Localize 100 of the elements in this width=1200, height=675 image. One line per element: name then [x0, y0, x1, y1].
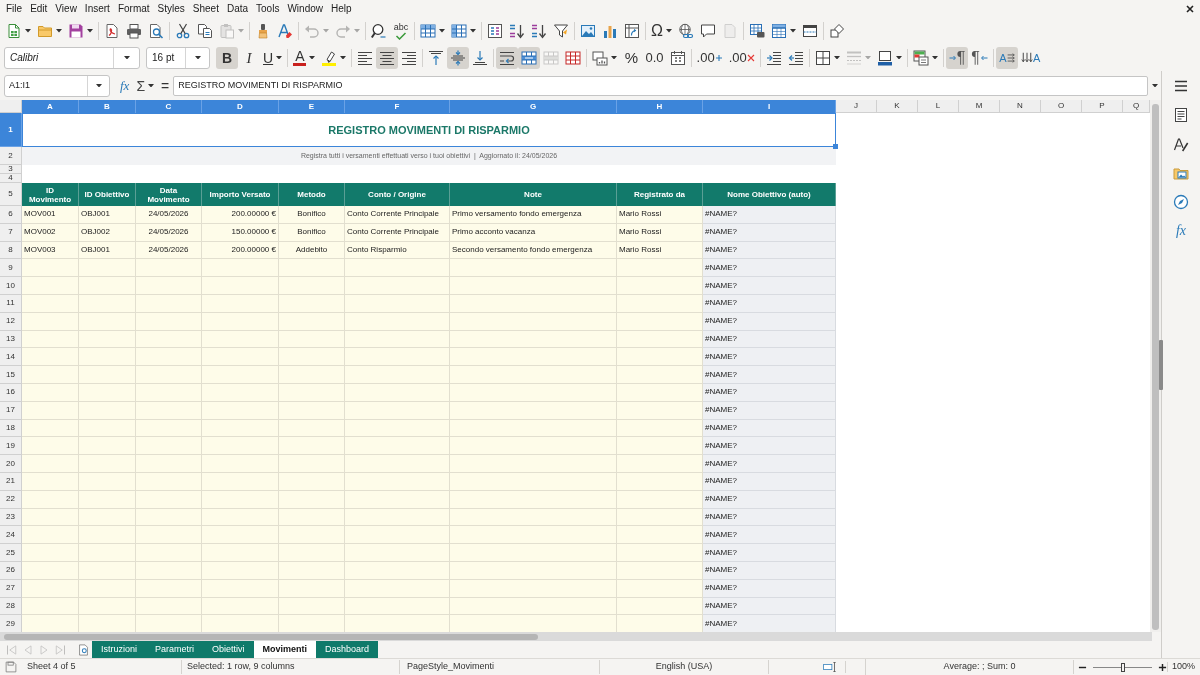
menu-item[interactable]: Styles — [153, 0, 189, 18]
row-header[interactable]: 9 — [0, 259, 22, 278]
row-header[interactable]: 14 — [0, 348, 22, 367]
add-decimal-button[interactable]: .00 — [693, 46, 726, 69]
table-cell — [279, 277, 345, 295]
special-character-button[interactable]: Ω — [648, 20, 675, 42]
menu-item[interactable]: Edit — [26, 0, 52, 18]
table-cell — [79, 366, 136, 384]
menu-item[interactable]: Insert — [80, 0, 114, 18]
vertical-text-button[interactable]: A — [1017, 46, 1044, 69]
column-header[interactable]: K — [877, 100, 918, 113]
close-document-button[interactable] — [1186, 5, 1194, 13]
sheet-tab[interactable]: Parametri — [146, 641, 204, 658]
left-to-right-button[interactable]: ¶ — [945, 46, 969, 69]
properties-button[interactable] — [1173, 107, 1189, 123]
wrap-text-button[interactable] — [496, 46, 519, 69]
merge-center-button[interactable] — [518, 46, 541, 69]
percent-format-button[interactable]: % — [620, 46, 643, 69]
column-header[interactable]: C — [136, 100, 202, 113]
language-label[interactable]: English (USA) — [600, 660, 769, 674]
sheet-tab[interactable]: Dashboard — [316, 641, 379, 658]
function-wizard-button[interactable]: fx — [118, 77, 132, 94]
gallery-icon — [1173, 165, 1189, 181]
font-color-button[interactable]: A — [290, 46, 319, 69]
functions-button[interactable]: fx — [1175, 223, 1187, 239]
scrollbar-thumb[interactable] — [1152, 104, 1159, 630]
column-header[interactable]: B — [79, 100, 136, 113]
decimal-format-button[interactable]: 0.0 — [642, 46, 667, 69]
caret-icon — [123, 55, 130, 60]
sheet-tab[interactable]: Istruzioni — [92, 641, 146, 658]
font-size-box[interactable]: 16 pt — [146, 46, 210, 69]
font-name-box[interactable]: Calibri — [4, 46, 140, 69]
row-header[interactable]: 24 — [0, 526, 22, 545]
add-sheet-button[interactable] — [76, 641, 90, 658]
scrollbar-thumb[interactable] — [4, 633, 538, 640]
menu-item[interactable]: File — [2, 0, 27, 18]
zoom-percentage[interactable]: 100% — [1168, 660, 1196, 674]
table-cell — [22, 544, 79, 562]
slider-thumb[interactable] — [1120, 662, 1125, 672]
horizontal-scrollbar[interactable] — [0, 632, 1152, 641]
sidebar-menu-button[interactable] — [1173, 78, 1189, 94]
vertical-scrollbar[interactable] — [1150, 100, 1161, 632]
row-header[interactable]: 25 — [0, 544, 22, 562]
sort-icon — [487, 23, 503, 39]
column-header[interactable]: H — [617, 100, 703, 113]
row-header[interactable]: 5 — [0, 183, 22, 206]
menu-item[interactable]: Tools — [252, 0, 284, 18]
styles-button[interactable] — [1173, 136, 1189, 152]
gallery-button[interactable] — [1173, 165, 1189, 181]
column-header[interactable]: P — [1082, 100, 1123, 113]
row-header[interactable]: 15 — [0, 366, 22, 384]
row-header[interactable]: 10 — [0, 277, 22, 295]
formula-input[interactable]: REGISTRO MOVIMENTI DI RISPARMIO — [173, 75, 1148, 96]
column-header[interactable]: O — [1041, 100, 1082, 113]
zoom-in-button[interactable] — [1157, 662, 1167, 672]
sheet-tab[interactable]: Obiettivi — [203, 641, 254, 658]
sidebar-collapse-handle[interactable] — [1159, 340, 1163, 390]
statistics-summary: Average: ; Sum: 0 — [886, 660, 1074, 674]
delete-decimal-button[interactable]: .00 — [725, 46, 758, 69]
spelling-button[interactable]: abc — [390, 20, 412, 42]
row-header[interactable]: 2 — [0, 147, 22, 165]
column-header[interactable]: F — [345, 100, 450, 113]
navigator-button[interactable] — [1173, 194, 1189, 210]
row-header[interactable]: 20 — [0, 455, 22, 473]
name-box[interactable]: A1:I1 — [4, 74, 110, 97]
column-header[interactable]: E — [279, 100, 345, 113]
column-header[interactable]: G — [450, 100, 617, 113]
column-header[interactable]: Q — [1123, 100, 1150, 113]
underline-button[interactable]: U — [260, 46, 286, 69]
menu-item[interactable]: Sheet — [188, 0, 223, 18]
column-header[interactable]: J — [836, 100, 877, 113]
menu-item[interactable]: Format — [113, 0, 154, 18]
row-header[interactable]: 6 — [0, 206, 22, 224]
sheet-tab[interactable]: Movimenti — [253, 641, 317, 658]
row-header[interactable]: 1 — [0, 113, 22, 147]
menu-item[interactable]: View — [51, 0, 81, 18]
unmerge-cells-icon — [565, 49, 582, 66]
italic-button[interactable]: I — [238, 46, 260, 69]
column-header[interactable]: I — [703, 100, 836, 113]
align-center-button[interactable] — [376, 46, 399, 69]
column-header[interactable]: L — [918, 100, 959, 113]
close-icon — [1186, 5, 1194, 13]
table-cell — [136, 366, 202, 384]
menu-item[interactable]: Window — [283, 0, 327, 18]
column-header[interactable]: N — [1000, 100, 1041, 113]
fill-handle[interactable] — [833, 144, 838, 149]
formula-button[interactable]: = — [159, 77, 172, 94]
bold-button[interactable]: B — [216, 46, 238, 69]
right-to-left-button[interactable]: ¶ — [968, 46, 991, 69]
row-header[interactable]: 4 — [0, 174, 22, 183]
menu-item[interactable]: Data — [222, 0, 253, 18]
row-header[interactable]: 29 — [0, 615, 22, 632]
row-header[interactable]: 19 — [0, 437, 22, 456]
column-header[interactable]: D — [202, 100, 279, 113]
caret-icon — [194, 55, 201, 60]
column-header[interactable]: A — [22, 100, 79, 113]
sum-button[interactable]: Σ — [134, 77, 157, 94]
menu-item[interactable]: Help — [327, 0, 356, 18]
caret-icon — [1151, 83, 1158, 88]
column-header[interactable]: M — [959, 100, 1000, 113]
